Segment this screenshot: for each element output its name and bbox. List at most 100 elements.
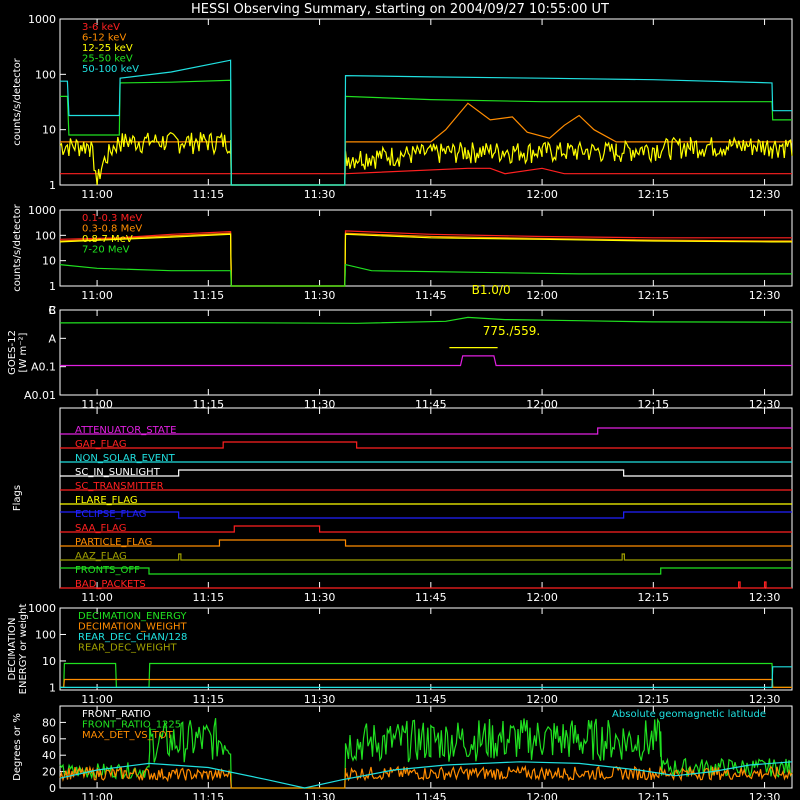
series-line [60, 666, 792, 688]
panel-p1: 1 10 100 1000 11:00 11:15 11:30 11:45 12:00 12:15… [12, 13, 793, 201]
panel-p6: 0 20 40 60 80 11:00 11:15 11:30 11:45 12:00 12:15 1… [12, 705, 793, 800]
x-tick-label: 12:30 [749, 289, 781, 302]
legend-entry: DECIMATION_ENERGY [78, 611, 187, 622]
series-line [59, 263, 792, 287]
y-tick-label: 100 [35, 68, 56, 81]
legend-entry: 25-50 keV [82, 54, 133, 65]
x-tick-label: 12:15 [637, 591, 669, 604]
legend-entry: REAR_DEC_WEIGHT [78, 643, 177, 654]
x-tick-label: 12:15 [637, 289, 669, 302]
y-axis-label: Flags [12, 485, 23, 511]
series-line [60, 662, 792, 688]
y-tick-label: A0.1 [31, 361, 56, 374]
x-tick-label: 11:30 [304, 289, 336, 302]
y-tick-label: 1 [49, 681, 56, 694]
legend-entry: 12-25 keV [82, 43, 133, 54]
x-tick-label: 12:00 [526, 693, 558, 706]
y-tick-label: 10 [42, 124, 56, 137]
x-tick-label: 12:00 [526, 289, 558, 302]
flag-label: FRONTS_OFF [75, 565, 140, 576]
legend-entry: FRONT_RATIO_1225 [82, 720, 181, 731]
x-tick-label: 11:30 [304, 591, 336, 604]
y-tick-label: 40 [42, 749, 56, 762]
series-line [60, 102, 792, 186]
annotation: 775./559. [483, 324, 540, 338]
legend-entry: 0.1-0.3 MeV [82, 213, 142, 224]
series-line [60, 59, 792, 186]
y-axis-label: [W m⁻²] [18, 332, 29, 372]
flag-label: ECLIPSE_FLAG [75, 509, 146, 520]
series-line [59, 316, 793, 324]
y-axis-label: counts/s/detector [12, 203, 23, 291]
x-tick-label: 11:00 [81, 591, 113, 604]
panel-p5: 1 10 100 1000 11:00 11:15 11:30 11:45 12:00 12:15… [7, 602, 793, 706]
y-tick-label: A0.01 [24, 389, 56, 402]
legend-entry: 7-20 MeV [82, 245, 130, 256]
panel-p4: 11:00 11:15 11:30 11:45 12:00 12:15 12:30 Flags… [12, 407, 793, 604]
series-line [60, 167, 792, 175]
y-tick-label: 60 [42, 733, 56, 746]
x-tick-label: 11:45 [415, 591, 447, 604]
x-tick-label: 11:45 [415, 693, 447, 706]
legend-entry: REAR_DEC_CHAN/128 [78, 632, 187, 643]
series-line [60, 355, 792, 367]
flag-line [60, 539, 792, 547]
flag-line [60, 567, 792, 575]
y-tick-label: 100 [35, 628, 56, 641]
legend-entry: 0.3-0.8 MeV [82, 224, 142, 235]
y-axis-label: GOES-12 [7, 330, 18, 375]
x-tick-label: 11:30 [304, 693, 336, 706]
y-tick-label: 1000 [28, 13, 56, 26]
x-tick-label: 11:45 [415, 289, 447, 302]
x-tick-label: 12:15 [637, 791, 669, 800]
x-tick-label: 11:00 [81, 289, 113, 302]
flag-line [60, 511, 792, 519]
y-tick-label: A [48, 332, 56, 345]
x-tick-label: 12:30 [749, 188, 781, 201]
y-axis-label: Degrees or % [12, 713, 23, 781]
x-tick-label: 11:15 [192, 591, 224, 604]
series-line [60, 678, 792, 688]
legend-entry: 50-100 keV [82, 64, 139, 75]
x-tick-label: 12:15 [637, 693, 669, 706]
y-axis-label: ENERGY or weight [18, 604, 29, 695]
y-tick-label: 1 [49, 179, 56, 192]
x-tick-label: 12:15 [637, 188, 669, 201]
right-axis-label: Absolute geomagnetic latitude [612, 709, 766, 720]
hessi-summary-figure: HESSI Observing Summary, starting on 200… [7, 2, 793, 800]
x-tick-label: 11:00 [81, 693, 113, 706]
panel-p3: A0.01A0.1ABC11:00 11:15 11:30 11:45 12:00 12:… [7, 283, 793, 411]
y-tick-label: 20 [42, 766, 56, 779]
legend-entry: MAX_DET_VS_TOT [82, 730, 174, 741]
series-line [59, 230, 792, 287]
legend-entry: FRONT_RATIO [82, 709, 151, 720]
figure-title: HESSI Observing Summary, starting on 200… [191, 2, 609, 17]
flag-line [60, 525, 792, 533]
y-tick-label: 80 [42, 716, 56, 729]
x-tick-label: 12:30 [749, 591, 781, 604]
x-tick-label: 11:15 [192, 289, 224, 302]
x-tick-label: 11:45 [415, 188, 447, 201]
x-tick-label: 11:00 [81, 188, 113, 201]
x-tick-label: 11:00 [81, 791, 113, 800]
x-tick-label: 11:45 [415, 791, 447, 800]
panel-p2: 1 10 100 1000 11:00 11:15 11:30 11:45 12:00 12:15… [12, 203, 793, 302]
y-tick-label: 1 [49, 280, 56, 293]
x-tick-label: 11:15 [192, 188, 224, 201]
flag-line [60, 553, 792, 561]
x-tick-label: 12:00 [526, 591, 558, 604]
panel-frame [59, 209, 793, 287]
x-tick-label: 12:30 [749, 791, 781, 800]
series-line [59, 131, 793, 186]
legend-entry: DECIMATION_WEIGHT [78, 622, 187, 633]
series-line [59, 764, 793, 789]
y-tick-label: 0 [49, 782, 56, 795]
flag-line [60, 469, 792, 477]
y-tick-label: 10 [42, 255, 56, 268]
y-axis-label: counts/s/detector [12, 57, 23, 145]
x-tick-label: 12:00 [526, 791, 558, 800]
y-tick-label: 100 [35, 229, 56, 242]
y-axis-label: DECIMATION [7, 617, 18, 680]
legend-entry: 3-6 keV [82, 22, 120, 33]
flag-line [60, 441, 792, 449]
